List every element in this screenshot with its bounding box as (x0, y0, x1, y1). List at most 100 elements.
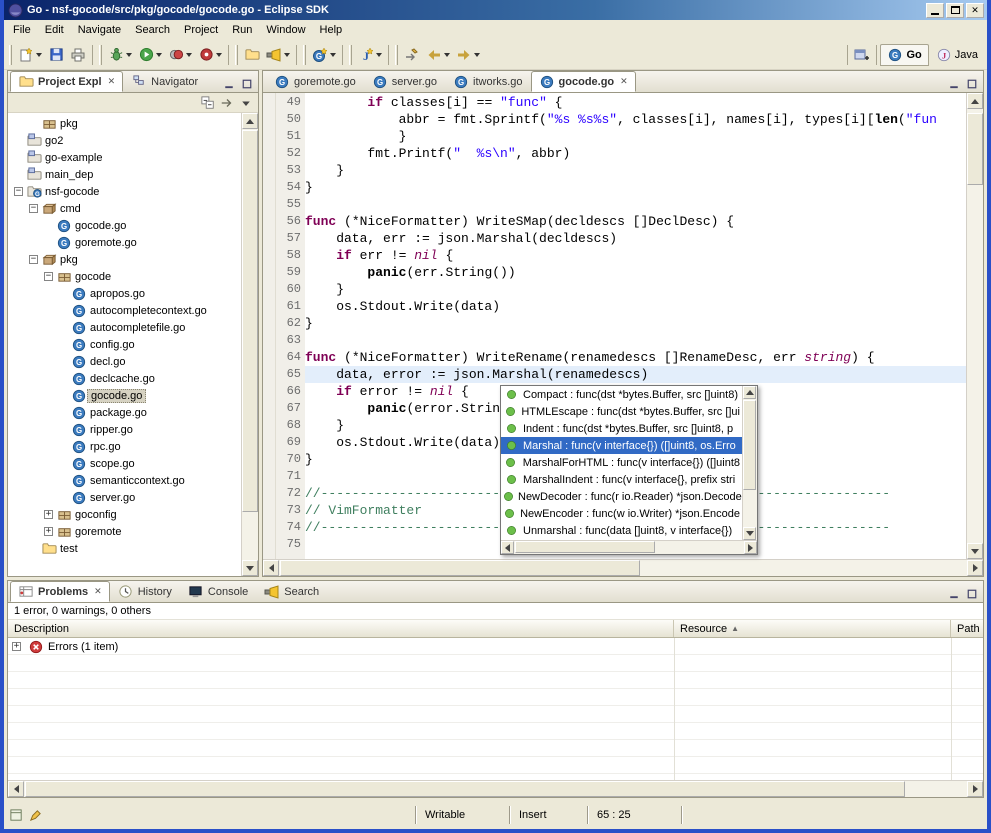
dropdown-arrow-icon[interactable] (126, 53, 132, 57)
tree-item-gocode-go[interactable]: Ggocode.go (8, 387, 241, 404)
editor-horizontal-scrollbar[interactable] (263, 559, 983, 576)
collapse-icon[interactable]: − (29, 204, 38, 213)
tree-item-scope-go[interactable]: Gscope.go (8, 455, 241, 472)
menu-file[interactable]: File (6, 22, 38, 38)
dropdown-arrow-icon[interactable] (330, 53, 336, 57)
completion-item[interactable]: Indent : func(dst *bytes.Buffer, src []u… (501, 420, 742, 437)
column-header-description[interactable]: Description (8, 620, 674, 637)
tree-item-config-go[interactable]: Gconfig.go (8, 336, 241, 353)
scroll-right-icon[interactable] (744, 541, 757, 554)
scroll-down-icon[interactable] (743, 527, 756, 540)
tab-search[interactable]: Search (256, 581, 327, 602)
minimize-view-icon[interactable] (221, 76, 237, 92)
collapse-all-icon[interactable] (200, 95, 216, 111)
column-header-path[interactable]: Path (951, 620, 984, 637)
tree-item-go2[interactable]: go2 (8, 132, 241, 149)
dropdown-arrow-icon[interactable] (186, 53, 192, 57)
forward-button[interactable] (453, 43, 483, 67)
editor-tab-goremote-go[interactable]: Ggoremote.go (266, 71, 364, 92)
coverage-button[interactable] (165, 43, 195, 67)
explorer-vertical-scrollbar[interactable] (241, 113, 258, 576)
scroll-right-icon[interactable] (967, 781, 983, 797)
menu-project[interactable]: Project (177, 22, 225, 38)
search-button[interactable] (263, 43, 293, 67)
dropdown-arrow-icon[interactable] (376, 53, 382, 57)
tab-project-expl[interactable]: Project Expl✕ (10, 71, 123, 92)
close-tab-icon[interactable]: ✕ (94, 586, 102, 597)
completion-item[interactable]: Compact : func(dst *bytes.Buffer, src []… (501, 386, 742, 403)
column-header-resource[interactable]: Resource▲ (674, 620, 951, 637)
dropdown-arrow-icon[interactable] (156, 53, 162, 57)
completion-item[interactable]: MarshalIndent : func(v interface{}, pref… (501, 471, 742, 488)
tree-item-pkg[interactable]: pkg (8, 115, 241, 132)
view-menu-icon[interactable] (238, 95, 254, 111)
tree-item-autocompletefile-go[interactable]: Gautocompletefile.go (8, 319, 241, 336)
toolbar-handle[interactable] (235, 45, 238, 65)
collapse-icon[interactable]: − (44, 272, 53, 281)
completion-item[interactable]: NewDecoder : func(r io.Reader) *json.Dec… (501, 488, 742, 505)
menu-navigate[interactable]: Navigate (71, 22, 128, 38)
tree-item-semanticcontext-go[interactable]: Gsemanticcontext.go (8, 472, 241, 489)
completion-item[interactable]: NewEncoder : func(w io.Writer) *json.Enc… (501, 505, 742, 522)
menu-help[interactable]: Help (313, 22, 350, 38)
completion-item[interactable]: HTMLEscape : func(dst *bytes.Buffer, src… (501, 403, 742, 420)
line-number-ruler[interactable]: 4950515253545556575859606162636465666768… (276, 93, 305, 559)
open-perspective-button[interactable] (851, 43, 873, 67)
tree-item-gocode[interactable]: −gocode (8, 268, 241, 285)
completion-item[interactable]: Marshal : func(v interface{}) ([]uint8, … (501, 437, 742, 454)
maximize-button[interactable] (946, 3, 964, 18)
tree-item-go-example[interactable]: go-example (8, 149, 241, 166)
popup-horizontal-scrollbar[interactable] (501, 540, 757, 554)
completion-item[interactable]: MarshalForHTML : func(v interface{}) ([]… (501, 454, 742, 471)
collapse-icon[interactable]: − (29, 255, 38, 264)
editor-tab-itworks-go[interactable]: Gitworks.go (445, 71, 531, 92)
close-tab-icon[interactable]: ✕ (108, 76, 116, 87)
perspective-java-button[interactable]: JJava (929, 44, 985, 66)
scroll-left-icon[interactable] (263, 560, 279, 576)
run-button[interactable] (135, 43, 165, 67)
tab-console[interactable]: Console (180, 581, 256, 602)
dropdown-arrow-icon[interactable] (444, 53, 450, 57)
scroll-up-icon[interactable] (743, 386, 756, 399)
tree-item-main-dep[interactable]: main_dep (8, 166, 241, 183)
tree-item-declcache-go[interactable]: Gdeclcache.go (8, 370, 241, 387)
menu-run[interactable]: Run (225, 22, 259, 38)
tree-item-ripper-go[interactable]: Gripper.go (8, 421, 241, 438)
scroll-left-icon[interactable] (8, 781, 24, 797)
tree-item-autocompletecontext-go[interactable]: Gautocompletecontext.go (8, 302, 241, 319)
tree-item-apropos-go[interactable]: Gapropos.go (8, 285, 241, 302)
tab-navigator[interactable]: Navigator (123, 71, 206, 92)
dropdown-arrow-icon[interactable] (36, 53, 42, 57)
minimize-button[interactable] (926, 3, 944, 18)
scroll-down-icon[interactable] (967, 543, 983, 559)
tree-item-goconfig[interactable]: +goconfig (8, 506, 241, 523)
problems-horizontal-scrollbar[interactable] (8, 780, 983, 797)
menu-window[interactable]: Window (259, 22, 312, 38)
tree-item-goremote-go[interactable]: Ggoremote.go (8, 234, 241, 251)
tree-item-nsf-gocode[interactable]: −Gnsf-gocode (8, 183, 241, 200)
maximize-view-icon[interactable] (964, 586, 980, 602)
tree-item-goremote[interactable]: +goremote (8, 523, 241, 540)
profile-button[interactable] (195, 43, 225, 67)
annotation-ruler[interactable] (263, 93, 276, 559)
maximize-view-icon[interactable] (239, 76, 255, 92)
print-button[interactable] (67, 43, 89, 67)
save-button[interactable] (45, 43, 67, 67)
toolbar-handle[interactable] (349, 45, 352, 65)
editor-presentation-icon[interactable] (27, 807, 43, 823)
expand-icon[interactable]: + (44, 510, 53, 519)
scroll-up-icon[interactable] (967, 93, 983, 109)
tree-item-test[interactable]: test (8, 540, 241, 557)
new-wizard-button[interactable] (15, 43, 45, 67)
popup-vertical-scrollbar[interactable] (742, 386, 757, 540)
dropdown-arrow-icon[interactable] (474, 53, 480, 57)
scroll-right-icon[interactable] (967, 560, 983, 576)
scroll-down-icon[interactable] (242, 560, 258, 576)
expand-icon[interactable]: + (44, 527, 53, 536)
open-external-file-button[interactable] (241, 43, 263, 67)
new-go-element-button[interactable]: G (309, 43, 339, 67)
tree-item-cmd[interactable]: −cmd (8, 200, 241, 217)
link-with-editor-icon[interactable] (219, 95, 235, 111)
editor-tab-server-go[interactable]: Gserver.go (364, 71, 445, 92)
tree-item-server-go[interactable]: Gserver.go (8, 489, 241, 506)
